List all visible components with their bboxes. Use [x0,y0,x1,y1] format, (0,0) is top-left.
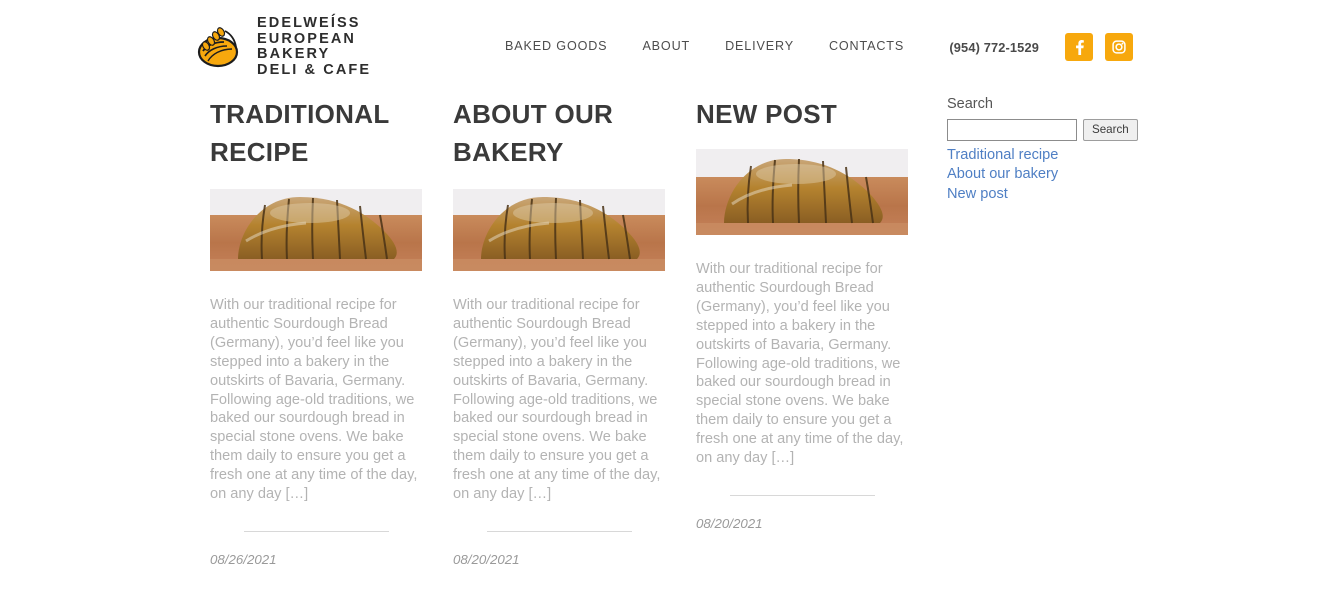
search-form: Search [947,119,1138,141]
facebook-icon [1076,40,1084,55]
site-logo-text: EDELWEÍSS EUROPEAN BAKERY DELI & CAFE [257,15,372,78]
facebook-button[interactable] [1065,33,1093,61]
post-thumbnail[interactable] [210,189,422,271]
post-title[interactable]: NEW POST [696,95,908,133]
search-widget-title: Search [947,96,993,112]
bread-photo-icon [210,189,422,271]
post-date: 08/26/2021 [210,551,277,567]
post-card: NEW POST With our traditional recipe for… [696,95,908,531]
bread-photo-icon [696,149,908,235]
sidebar: Search Search Traditional recipe About o… [947,95,1138,204]
search-input[interactable] [947,119,1077,141]
sidebar-link-new-post[interactable]: New post [947,185,1008,204]
search-widget: Search Search [947,95,1138,141]
phone-number[interactable]: (954) 772-1529 [949,40,1039,55]
post-thumbnail[interactable] [453,189,665,271]
list-item: Traditional recipe [947,146,1137,165]
post-title[interactable]: TRADITIONAL RECIPE [210,95,422,171]
post-date: 08/20/2021 [453,551,520,567]
post-divider [729,494,875,496]
search-submit-button[interactable]: Search [1083,119,1138,141]
post-title[interactable]: ABOUT OUR BAKERY [453,95,665,171]
sidebar-link-traditional-recipe[interactable]: Traditional recipe [947,146,1058,165]
post-excerpt: With our traditional recipe for authenti… [210,297,418,503]
instagram-icon [1112,40,1126,54]
post-date: 08/20/2021 [696,515,763,531]
site-header: EDELWEÍSS EUROPEAN BAKERY DELI & CAFE BA… [0,0,1322,95]
instagram-button[interactable] [1105,33,1133,61]
bread-photo-icon [453,189,665,271]
nav-item-contacts[interactable]: CONTACTS [829,39,904,53]
post-thumbnail[interactable] [696,149,908,235]
post-card: ABOUT OUR BAKERY With our traditional re… [453,95,665,567]
nav-item-about[interactable]: ABOUT [642,39,690,53]
sidebar-link-about-our-bakery[interactable]: About our bakery [947,165,1058,184]
post-card: TRADITIONAL RECIPE With our traditional … [210,95,422,567]
main-navigation: BAKED GOODS ABOUT DELIVERY CONTACTS [505,39,904,53]
post-excerpt: With our traditional recipe for authenti… [696,261,904,467]
nav-item-delivery[interactable]: DELIVERY [725,39,794,53]
nav-item-baked-goods[interactable]: BAKED GOODS [505,39,607,53]
header-contact-area: (954) 772-1529 [949,33,1133,61]
post-divider [243,530,389,532]
bread-loaf-wheat-logo-icon [197,27,239,68]
site-logo[interactable]: EDELWEÍSS EUROPEAN BAKERY DELI & CAFE [195,15,372,78]
post-excerpt: With our traditional recipe for authenti… [453,297,661,503]
list-item: About our bakery [947,165,1137,184]
list-item: New post [947,185,1137,204]
post-divider [486,530,632,532]
recent-posts-list: Traditional recipe About our bakery New … [947,146,1137,204]
